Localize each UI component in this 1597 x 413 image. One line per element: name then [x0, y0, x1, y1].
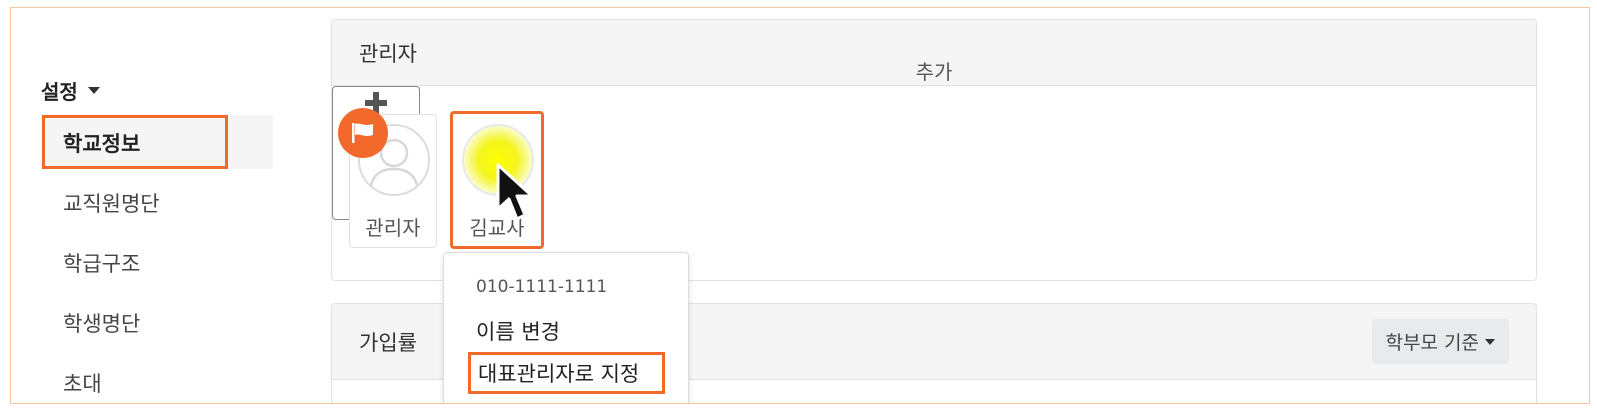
sidebar-item-staff-list[interactable]: 교직원명단: [63, 188, 160, 218]
basis-filter-label: 학부모 기준: [1385, 332, 1479, 354]
signup-rate-title: 가입률: [359, 330, 417, 355]
caret-down-icon: [87, 87, 100, 94]
sidebar-item-school-info[interactable]: 학교정보: [63, 128, 140, 158]
admin-context-menu: 010-1111-1111 이름 변경 대표관리자로 지정: [443, 252, 689, 403]
sidebar-item-invite[interactable]: 초대: [63, 368, 102, 398]
page-frame: 설정 학교정보 교직원명단 학급구조 학생명단 초대 관리자 관리자 김교사 추…: [10, 7, 1590, 404]
admin-panel: 관리자 관리자 김교사 추가: [331, 19, 1537, 281]
set-main-admin-label: 대표관리자로 지정: [478, 362, 640, 386]
sidebar-item-class-structure[interactable]: 학급구조: [63, 248, 140, 278]
admin-card-name: 관리자: [365, 216, 421, 240]
mouse-cursor-icon: [496, 163, 534, 221]
caret-down-icon: [1485, 338, 1495, 345]
flag-icon: [338, 108, 388, 158]
set-main-admin-menu-item[interactable]: 대표관리자로 지정: [468, 352, 665, 394]
sidebar-item-student-list[interactable]: 학생명단: [63, 308, 140, 338]
phone-number: 010-1111-1111: [476, 277, 608, 297]
basis-filter-dropdown[interactable]: 학부모 기준: [1371, 319, 1509, 364]
add-admin-label: 추가: [915, 60, 953, 84]
sidebar-header-label: 설정: [41, 80, 78, 104]
sidebar-settings-header[interactable]: 설정: [41, 76, 100, 105]
sidebar: 설정 학교정보 교직원명단 학급구조 학생명단 초대: [11, 8, 311, 403]
rename-menu-item[interactable]: 이름 변경: [476, 316, 560, 346]
